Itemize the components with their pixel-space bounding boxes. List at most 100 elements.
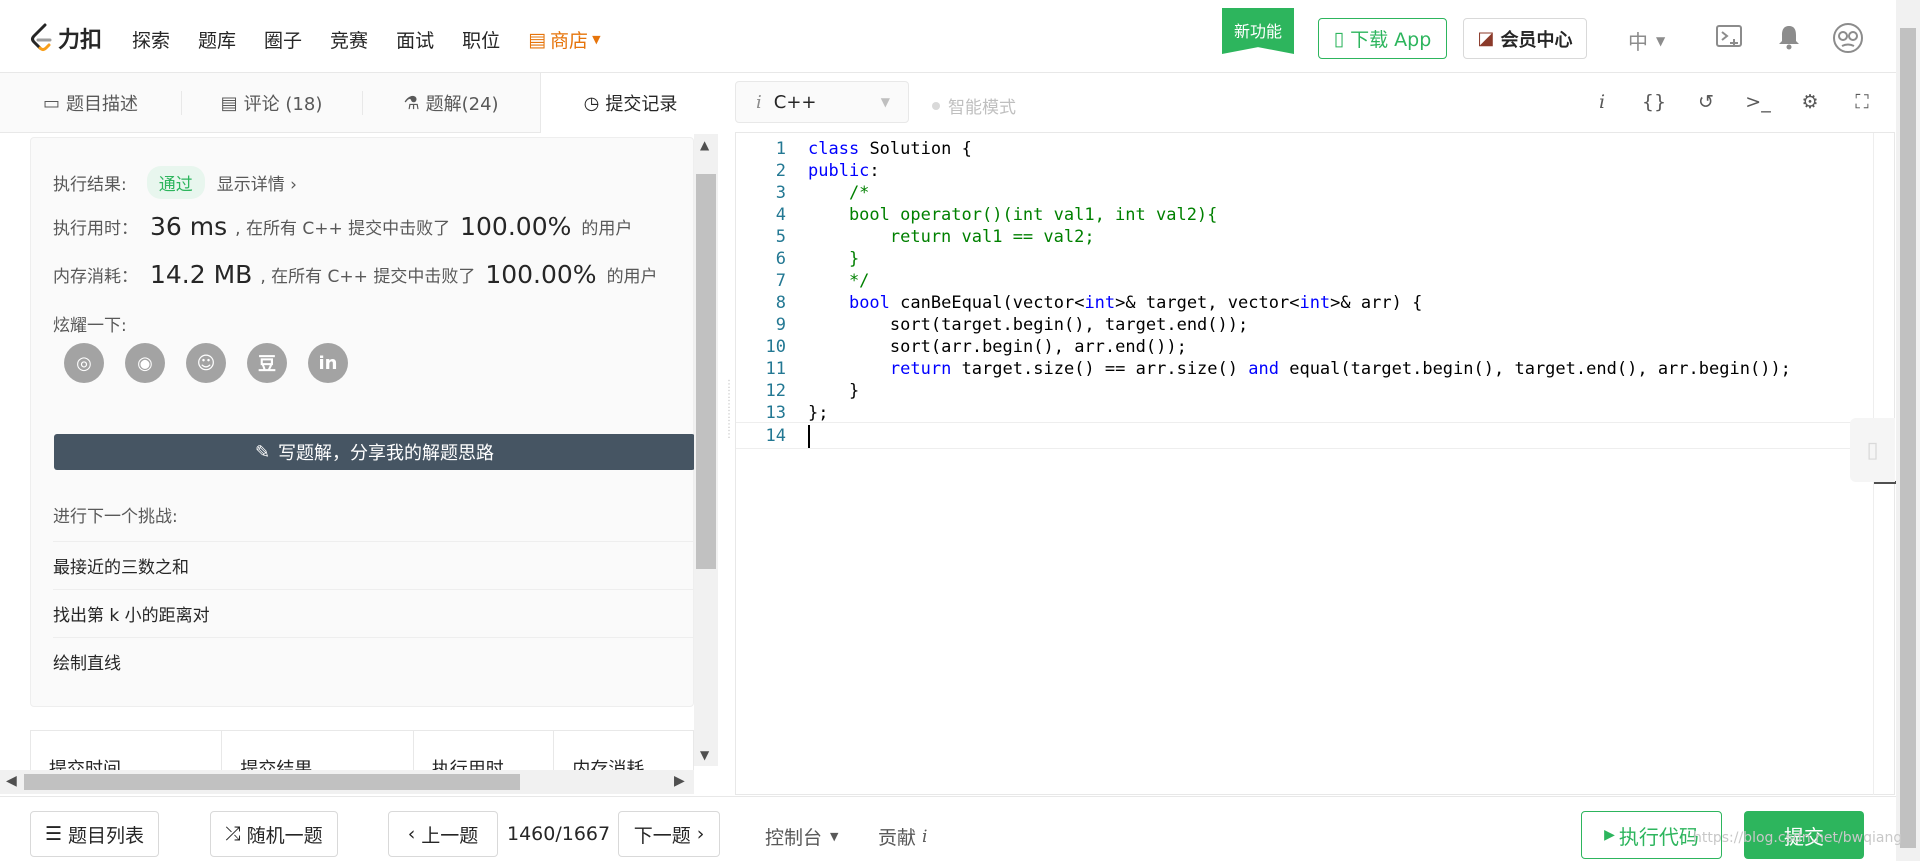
weibo-icon[interactable]: ◉ — [125, 343, 165, 383]
table-header-cell[interactable]: 提交结果 — [222, 731, 414, 770]
left-panel-scrollbar[interactable]: ▲ ▼ — [694, 134, 718, 766]
list-item[interactable]: 最接近的三数之和 — [53, 541, 695, 589]
nav-contest[interactable]: 竞赛 — [330, 26, 368, 53]
tab-solutions-label: 题解(24) — [425, 94, 499, 115]
nav-shop-label: 商店 — [550, 30, 589, 52]
submissions-table-header: 提交时间 提交结果 执行用时 内存消耗 — [30, 730, 694, 770]
smart-mode-toggle[interactable]: 智能模式 — [932, 93, 1016, 118]
page-scrollbar[interactable] — [1896, 0, 1920, 861]
nav-jobs[interactable]: 职位 — [462, 26, 500, 53]
random-problem-label: 随机一题 — [246, 824, 323, 847]
list-item[interactable]: 绘制直线 — [53, 637, 695, 685]
language-switch[interactable]: 中 ▼ — [1628, 26, 1665, 55]
exec-result-row: 执行结果: 通过 显示详情 › — [53, 166, 297, 199]
tab-comments[interactable]: ▤ 评论 (18) — [181, 73, 362, 133]
console-toggle[interactable]: 控制台 ▼ — [765, 823, 838, 850]
caret-down-icon: ▼ — [880, 95, 890, 109]
tab-description[interactable]: ▭ 题目描述 — [0, 73, 181, 133]
comment-icon: ▤ — [220, 92, 238, 114]
code-line[interactable]: 14 — [736, 422, 1891, 449]
terminal-icon[interactable]: >_ — [1745, 89, 1771, 115]
leetcode-logo-icon — [31, 23, 52, 51]
scroll-left-icon[interactable]: ◀ — [6, 773, 17, 789]
playground-icon[interactable] — [1714, 22, 1744, 52]
scrollbar-thumb[interactable] — [696, 174, 716, 569]
next-problem-label: 下一题 — [633, 824, 691, 847]
side-panel-icon[interactable]: ▯ — [1850, 418, 1895, 482]
nav-shop[interactable]: ▤ 商店 ▼ — [528, 26, 600, 53]
download-app-label: 下载 App — [1350, 29, 1432, 51]
table-header-cell[interactable]: 内存消耗 — [554, 731, 693, 770]
language-select-value: C++ — [773, 91, 817, 113]
toggle-dot-icon — [932, 101, 940, 110]
memory-percent: 100.00% — [485, 260, 597, 289]
scroll-down-icon[interactable]: ▼ — [700, 748, 709, 762]
pencil-icon: ✎ — [254, 441, 271, 463]
share-icons: ◎ ◉ ☺ 豆 in — [64, 343, 348, 383]
douban-icon[interactable]: 豆 — [247, 343, 287, 383]
linkedin-icon[interactable]: in — [308, 343, 348, 383]
bell-icon[interactable] — [1774, 22, 1804, 52]
caret-down-icon: ▼ — [592, 33, 601, 46]
runtime-value: 36 ms — [150, 212, 228, 241]
wechat-icon[interactable]: ◎ — [64, 343, 104, 383]
show-details-link[interactable]: 显示详情 › — [217, 170, 297, 195]
next-problem-button[interactable]: 下一题 › — [618, 811, 720, 857]
runtime-text: , 在所有 C++ 提交中击败了 — [235, 219, 451, 239]
memory-row: 内存消耗： 14.2 MB , 在所有 C++ 提交中击败了 100.00% 的… — [53, 260, 658, 289]
code-editor[interactable]: 1 class Solution {2 public: 3 /* 4 bool oper… — [735, 133, 1895, 795]
runtime-suffix: 的用户 — [581, 219, 633, 239]
problem-list-button[interactable]: ☰ 题目列表 — [30, 811, 159, 857]
list-item[interactable]: 找出第 k 小的距离对 — [53, 589, 695, 637]
braces-icon[interactable]: {} — [1641, 89, 1667, 115]
leetcode-logo[interactable]: 力扣 — [28, 22, 102, 54]
new-feature-badge[interactable]: 新功能 — [1222, 8, 1294, 54]
avatar[interactable] — [1832, 22, 1864, 54]
tab-solutions[interactable]: ⚗ 题解(24) — [362, 73, 540, 133]
vip-center-button[interactable]: ◪ 会员中心 — [1463, 18, 1587, 59]
phone-icon: ▯ — [1333, 27, 1345, 50]
info-icon[interactable]: i — [1589, 89, 1615, 115]
nav-explore[interactable]: 探索 — [132, 26, 170, 53]
scroll-right-icon[interactable]: ▶ — [674, 773, 685, 789]
language-select[interactable]: i C++ ▼ — [735, 81, 909, 123]
random-problem-button[interactable]: ⤮ 随机一题 — [210, 811, 338, 857]
scrollbar-thumb[interactable] — [24, 774, 520, 790]
flask-icon: ⚗ — [403, 92, 420, 114]
fullscreen-icon[interactable]: ⛶ — [1849, 89, 1875, 115]
vip-center-label: 会员中心 — [1500, 29, 1573, 51]
clock-icon: ◷ — [583, 92, 600, 114]
left-panel-hscrollbar[interactable]: ◀ ▶ — [0, 770, 694, 794]
tab-submissions[interactable]: ◷ 提交记录 — [540, 73, 720, 133]
memory-text: , 在所有 C++ 提交中击败了 — [260, 267, 476, 287]
chevron-right-icon: › — [696, 823, 705, 845]
nav-problems[interactable]: 题库 — [198, 26, 236, 53]
bottom-bar: ☰ 题目列表 ⤮ 随机一题 ‹ 上一题 1460/1667 下一题 › 控制台 … — [0, 796, 1896, 861]
watermark-text: https://blog.csdn.net/bwqiang — [1693, 830, 1903, 846]
main-nav: 探索 题库 圈子 竞赛 面试 职位 ▤ 商店 ▼ — [132, 26, 629, 53]
download-app-button[interactable]: ▯ 下载 App — [1318, 18, 1447, 59]
smart-mode-label: 智能模式 — [948, 98, 1016, 118]
reset-icon[interactable]: ↺ — [1693, 89, 1719, 115]
write-solution-button[interactable]: ✎ 写题解，分享我的解题思路 — [54, 434, 695, 470]
contribute-link[interactable]: 贡献 i — [878, 823, 927, 850]
settings-icon[interactable]: ⚙ — [1797, 89, 1823, 115]
write-solution-label: 写题解，分享我的解题思路 — [278, 443, 495, 464]
nav-interview[interactable]: 面试 — [396, 26, 434, 53]
memory-value: 14.2 MB — [150, 260, 253, 289]
scrollbar-thumb[interactable] — [1900, 28, 1916, 848]
prev-problem-label: 上一题 — [421, 824, 479, 847]
table-header-cell[interactable]: 提交时间 — [31, 731, 223, 770]
chevron-left-icon: ‹ — [407, 823, 416, 845]
scroll-up-icon[interactable]: ▲ — [700, 138, 709, 152]
document-icon: ▭ — [42, 92, 60, 114]
table-header-cell[interactable]: 执行用时 — [414, 731, 555, 770]
caret-down-icon: ▼ — [1656, 33, 1666, 48]
problem-list-label: 题目列表 — [68, 824, 145, 847]
panel-splitter-handle[interactable]: ⋮ ⋮ ⋮ ⋮ ⋮ ⋮ — [724, 380, 734, 460]
editor-tool-icons: i {} ↺ >_ ⚙ ⛶ — [1589, 89, 1875, 115]
prev-problem-button[interactable]: ‹ 上一题 — [388, 811, 498, 857]
nav-circle[interactable]: 圈子 — [264, 26, 302, 53]
play-icon: ▶ — [1604, 827, 1615, 843]
qq-icon[interactable]: ☺ — [186, 343, 226, 383]
